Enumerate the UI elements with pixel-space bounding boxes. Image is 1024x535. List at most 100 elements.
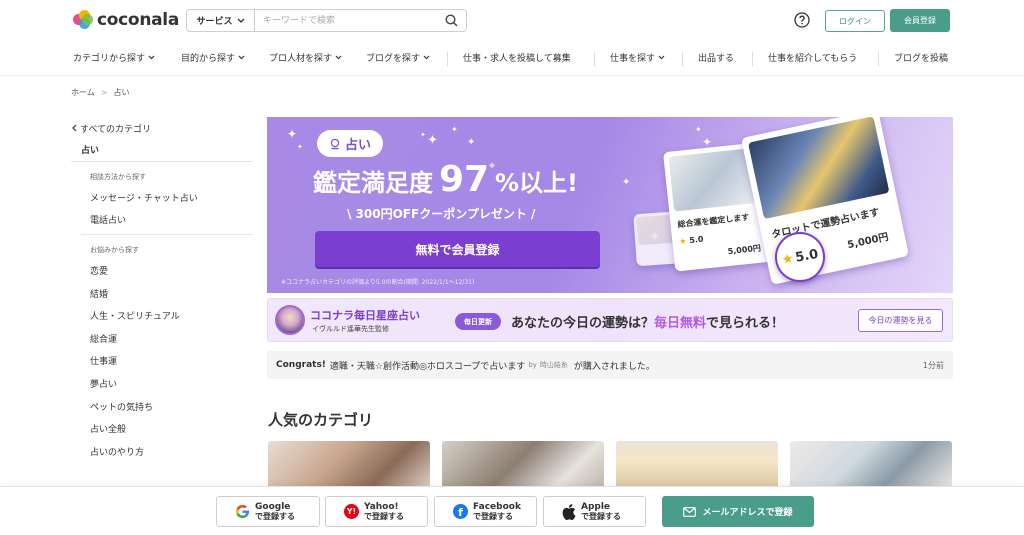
nav-item-blog[interactable]: ブログを探す [366, 51, 430, 64]
yahoo-icon: Y! [344, 504, 359, 519]
sidebar-item-love[interactable]: 恋愛 [71, 259, 253, 282]
star-icon: ★ [678, 236, 688, 247]
nav-item-sell[interactable]: 出品する [698, 51, 734, 64]
horoscope-promo[interactable]: ココナラ毎日星座占い イヴルルド遙華先生監修 毎日更新 あなたの今日の運勢は？毎… [267, 298, 953, 342]
promo-headline-suffix: で見られる！ [706, 316, 785, 331]
logo[interactable]: coconala [73, 10, 179, 30]
activity-by: by [528, 361, 537, 369]
logo-text: coconala [97, 10, 179, 30]
free-register-button[interactable]: 無料で会員登録 [315, 231, 600, 267]
sidebar-item-work-luck[interactable]: 仕事運 [71, 350, 253, 373]
apple-signup-button[interactable]: Apple で登録する [543, 496, 646, 527]
mail-icon [683, 506, 697, 517]
sparkle-icon: ✦ [297, 143, 303, 151]
activity-time: 1分前 [922, 360, 944, 370]
register-button[interactable]: 会員登録 [890, 9, 950, 32]
avatar [275, 305, 305, 335]
sparkle-icon: ✦ [420, 131, 426, 139]
help-icon[interactable] [794, 12, 810, 28]
activity-user[interactable]: 時山結糸 [540, 360, 568, 370]
yahoo-signup-button[interactable]: Y! Yahoo! で登録する [325, 496, 428, 527]
sidebar-item-general-luck[interactable]: 総合運 [71, 327, 253, 350]
main-nav: カテゴリから探す 目的から探す プロ人材を探す ブログを探す 仕事・求人を投稿し… [73, 51, 953, 67]
yahoo-action: で登録する [364, 511, 404, 521]
facebook-label: Facebook [473, 501, 521, 512]
promo-headline: あなたの今日の運勢は？毎日無料で見られる！ [511, 312, 784, 331]
promo-title: ココナラ毎日星座占い [310, 309, 420, 322]
category-card-image[interactable] [790, 441, 952, 491]
card-image [748, 117, 890, 220]
chevron-down-icon [658, 55, 665, 60]
facebook-signup-button[interactable]: f Facebook で登録する [434, 496, 537, 527]
google-label: Google [255, 501, 291, 512]
card-price: 5,000円 [727, 243, 762, 257]
category-card-image[interactable] [616, 441, 778, 491]
todays-fortune-button[interactable]: 今日の運勢を見る [858, 309, 943, 332]
banner-headline: 鑑定満足度 97 ※ % 以上! [313, 159, 578, 200]
email-signup-label: メールアドレスで登録 [702, 508, 793, 518]
search-button[interactable] [436, 14, 466, 27]
sidebar-item-phone[interactable]: 電話占い [71, 209, 253, 232]
sidebar-item-marriage[interactable]: 結婚 [71, 282, 253, 305]
category-card-image[interactable] [442, 441, 604, 491]
category-pill: 占い [317, 130, 383, 157]
sidebar-item-howto[interactable]: 占いのやり方 [71, 440, 253, 463]
nav-divider [752, 52, 753, 66]
nav-item-label: 出品する [698, 54, 735, 64]
nav-item-referral[interactable]: 仕事を紹介してもらう [768, 51, 857, 64]
nav-item-label: 仕事を紹介してもらう [768, 54, 858, 64]
sidebar-current-category: 占い [71, 138, 253, 162]
sidebar-all-categories[interactable]: すべてのカテゴリ [71, 118, 253, 138]
nav-item-post-blog[interactable]: ブログを投稿 [894, 51, 948, 64]
nav-item-label: ブログを探す [366, 54, 421, 64]
nav-item-category[interactable]: カテゴリから探す [73, 51, 155, 64]
nav-item-label: プロ人材を探す [269, 54, 333, 64]
email-signup-button[interactable]: メールアドレスで登録 [662, 496, 814, 527]
activity-prefix: Congrats! [276, 360, 326, 370]
promo-subtitle: イヴルルド遙華先生監修 [312, 325, 389, 333]
search-category-label: サービス [196, 17, 233, 27]
promo-banner[interactable]: ✦ ✦ ✦ ✦ ✦ ✦ ✦ ✦ ✦ ✦ ✦ 占い 鑑定満足度 97 ※ % 以上… [267, 117, 953, 293]
apple-icon [562, 503, 576, 520]
sidebar-all-label: すべてのカテゴリ [80, 124, 152, 135]
promo-headline-prefix: あなたの今日の運勢は？ [511, 316, 655, 331]
headline-suffix: 以上! [519, 169, 578, 197]
category-card-image[interactable] [268, 441, 430, 491]
sparkle-icon: ✦ [622, 177, 631, 188]
activity-service[interactable]: 適職・天職☆創作活動◎ホロスコープで占います [330, 359, 525, 372]
sidebar-item-fortune-general[interactable]: 占い全般 [71, 417, 253, 440]
breadcrumb-home[interactable]: ホーム [71, 87, 95, 98]
logo-icon [73, 10, 93, 30]
crystal-ball-icon [330, 138, 340, 149]
search-input[interactable] [255, 10, 436, 31]
headline-number: 97 [439, 159, 490, 200]
breadcrumb-current: 占い [113, 88, 130, 97]
facebook-action: で登録する [473, 511, 513, 521]
sidebar-item-dream[interactable]: 夢占い [71, 372, 253, 395]
sidebar-item-spiritual[interactable]: 人生・スピリチュアル [71, 304, 253, 327]
chevron-down-icon [237, 18, 244, 23]
nav-item-post-job[interactable]: 仕事・求人を投稿して募集 [463, 51, 571, 64]
sidebar-item-message[interactable]: メッセージ・チャット占い [71, 186, 253, 209]
rating-value: 5.0 [688, 234, 704, 246]
chevron-down-icon [423, 55, 430, 60]
nav-item-pro[interactable]: プロ人材を探す [269, 51, 342, 64]
category-sidebar: すべてのカテゴリ 占い 相談方法から探す メッセージ・チャット占い 電話占い お… [71, 118, 253, 463]
nav-item-purpose[interactable]: 目的から探す [181, 51, 245, 64]
nav-divider [878, 52, 879, 66]
headline-prefix: 鑑定満足度 [313, 169, 433, 197]
search-icon [444, 14, 458, 27]
sidebar-item-pet[interactable]: ペットの気持ち [71, 395, 253, 418]
nav-divider [447, 52, 448, 66]
card-rating: ★ 5.0 [679, 235, 704, 246]
sparkle-icon: ✦ [695, 125, 702, 134]
yahoo-label: Yahoo! [364, 501, 399, 512]
login-button[interactable]: ログイン [825, 10, 885, 32]
search-category-select[interactable]: サービス [187, 10, 255, 31]
chevron-down-icon [335, 55, 342, 60]
promo-headline-highlight: 毎日無料 [654, 316, 707, 331]
google-signup-button[interactable]: Google で登録する [216, 496, 320, 527]
chevron-down-icon [148, 55, 155, 60]
nav-divider [682, 52, 683, 66]
nav-item-find-job[interactable]: 仕事を探す [610, 51, 665, 64]
